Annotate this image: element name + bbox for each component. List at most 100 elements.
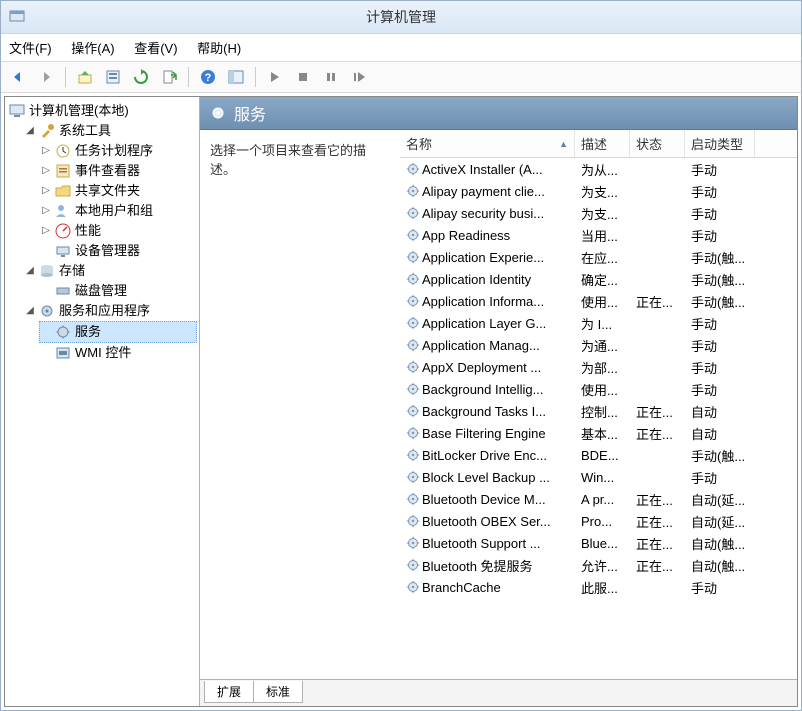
perf-icon	[55, 223, 71, 239]
service-state: 正在...	[630, 402, 685, 421]
tree-shared-folders[interactable]: ▷共享文件夹	[39, 181, 197, 201]
service-row[interactable]: Block Level Backup ...Win...手动	[400, 466, 797, 488]
help-button[interactable]: ?	[197, 66, 219, 88]
service-list[interactable]: ActiveX Installer (A...为从...手动Alipay pay…	[400, 158, 797, 679]
users-icon	[55, 203, 71, 219]
service-row[interactable]: Background Tasks I...控制...正在...自动	[400, 400, 797, 422]
service-row[interactable]: Background Intellig... 使用... 手动	[400, 378, 797, 400]
forward-button[interactable]	[35, 66, 57, 88]
service-row[interactable]: Alipay security busi...为支...手动	[400, 202, 797, 224]
tree-performance[interactable]: ▷性能	[39, 221, 197, 241]
window-title: 计算机管理	[366, 9, 436, 25]
service-name: App Readiness	[422, 228, 510, 243]
service-startup: 手动	[685, 314, 755, 333]
list-header: 名称▲ 描述 状态 启动类型	[400, 130, 797, 158]
service-startup: 手动	[685, 380, 755, 399]
service-name: Background Intellig...	[422, 382, 543, 397]
service-row[interactable]: App Readiness当用...手动	[400, 224, 797, 246]
export-button[interactable]	[158, 66, 180, 88]
expand-icon[interactable]: ▷	[41, 181, 51, 201]
service-row[interactable]: Bluetooth Device M...A pr...正在...自动(延...	[400, 488, 797, 510]
service-row[interactable]: BitLocker Drive Enc...BDE...手动(触...	[400, 444, 797, 466]
service-startup: 手动	[685, 468, 755, 487]
expand-icon[interactable]: ▷	[41, 141, 51, 161]
menu-view[interactable]: 查看(V)	[134, 41, 177, 56]
col-name[interactable]: 名称▲	[400, 130, 575, 157]
tabstrip: 扩展 标准	[200, 679, 797, 706]
gear-icon	[406, 404, 420, 418]
toolbar-sep	[255, 67, 256, 87]
service-startup: 手动(触...	[685, 248, 755, 267]
detail-title: 服务	[234, 101, 266, 125]
service-row[interactable]: Application Manag...为通...手动	[400, 334, 797, 356]
properties-button[interactable]	[102, 66, 124, 88]
service-state: 正在...	[630, 534, 685, 553]
device-icon	[55, 243, 71, 259]
tree-local-users[interactable]: ▷本地用户和组	[39, 201, 197, 221]
tree-storage[interactable]: ◢存储	[23, 261, 197, 281]
service-row[interactable]: Base Filtering Engine基本...正在...自动	[400, 422, 797, 444]
service-row[interactable]: Application Identity确定...手动(触...	[400, 268, 797, 290]
service-desc: Blue...	[575, 536, 630, 551]
tree-root[interactable]: 计算机管理(本地)	[7, 101, 197, 121]
service-desc: 为支...	[575, 182, 630, 201]
tree-system-tools[interactable]: ◢ 系统工具	[23, 121, 197, 141]
gear-icon	[406, 316, 420, 330]
show-hide-button[interactable]	[225, 66, 247, 88]
tab-extended[interactable]: 扩展	[204, 681, 254, 703]
service-row[interactable]: ActiveX Installer (A...为从...手动	[400, 158, 797, 180]
service-desc: 基本...	[575, 424, 630, 443]
stop-button[interactable]	[292, 66, 314, 88]
service-row[interactable]: AppX Deployment ...为部...手动	[400, 356, 797, 378]
col-startup[interactable]: 启动类型	[685, 130, 755, 157]
menu-action[interactable]: 操作(A)	[71, 41, 114, 56]
service-row[interactable]: Bluetooth OBEX Ser...Pro...正在...自动(延...	[400, 510, 797, 532]
gear-icon	[406, 382, 420, 396]
col-desc[interactable]: 描述	[575, 130, 630, 157]
service-startup: 自动(延...	[685, 490, 755, 509]
menubar: 文件(F) 操作(A) 查看(V) 帮助(H)	[1, 34, 801, 62]
toolbar-sep	[188, 67, 189, 87]
service-desc: 控制...	[575, 402, 630, 421]
tree-wmi[interactable]: WMI 控件	[39, 343, 197, 363]
col-state[interactable]: 状态	[630, 130, 685, 157]
service-name: Application Manag...	[422, 338, 540, 353]
collapse-icon[interactable]: ◢	[25, 121, 35, 141]
tree-device-manager[interactable]: 设备管理器	[39, 241, 197, 261]
menu-help[interactable]: 帮助(H)	[197, 41, 241, 56]
tree-event-viewer[interactable]: ▷事件查看器	[39, 161, 197, 181]
service-row[interactable]: BranchCache此服...手动	[400, 576, 797, 598]
service-name: Application Identity	[422, 272, 531, 287]
tree-task-scheduler[interactable]: ▷任务计划程序	[39, 141, 197, 161]
service-row[interactable]: Application Layer G...为 I...手动	[400, 312, 797, 334]
play-button[interactable]	[264, 66, 286, 88]
service-startup: 手动	[685, 204, 755, 223]
tree-services[interactable]: 服务	[39, 321, 197, 343]
expand-icon[interactable]: ▷	[41, 161, 51, 181]
collapse-icon[interactable]: ◢	[25, 301, 35, 321]
service-name: Background Tasks I...	[422, 404, 546, 419]
tree-disk-mgmt[interactable]: 磁盘管理	[39, 281, 197, 301]
expand-icon[interactable]: ▷	[41, 221, 51, 241]
service-row[interactable]: Application Informa...使用...正在...手动(触...	[400, 290, 797, 312]
menu-file[interactable]: 文件(F)	[9, 41, 52, 56]
collapse-icon[interactable]: ◢	[25, 261, 35, 281]
pause-button[interactable]	[320, 66, 342, 88]
service-desc: 使用...	[575, 380, 630, 399]
expand-icon[interactable]: ▷	[41, 201, 51, 221]
tree-services-apps[interactable]: ◢服务和应用程序	[23, 301, 197, 321]
svg-text:?: ?	[205, 72, 212, 84]
nav-tree[interactable]: 计算机管理(本地) ◢ 系统工具 ▷任务计划程序 ▷事件查看器	[5, 97, 200, 706]
gear-icon	[406, 470, 420, 484]
up-button[interactable]	[74, 66, 96, 88]
service-row[interactable]: Bluetooth 免提服务允许...正在...自动(触...	[400, 554, 797, 576]
service-row[interactable]: Application Experie...在应...手动(触...	[400, 246, 797, 268]
gear-icon	[406, 294, 420, 308]
refresh-button[interactable]	[130, 66, 152, 88]
restart-button[interactable]	[348, 66, 370, 88]
tab-standard[interactable]: 标准	[253, 681, 303, 703]
gear-icon	[406, 492, 420, 506]
service-row[interactable]: Alipay payment clie...为支...手动	[400, 180, 797, 202]
back-button[interactable]	[7, 66, 29, 88]
service-row[interactable]: Bluetooth Support ...Blue...正在...自动(触...	[400, 532, 797, 554]
